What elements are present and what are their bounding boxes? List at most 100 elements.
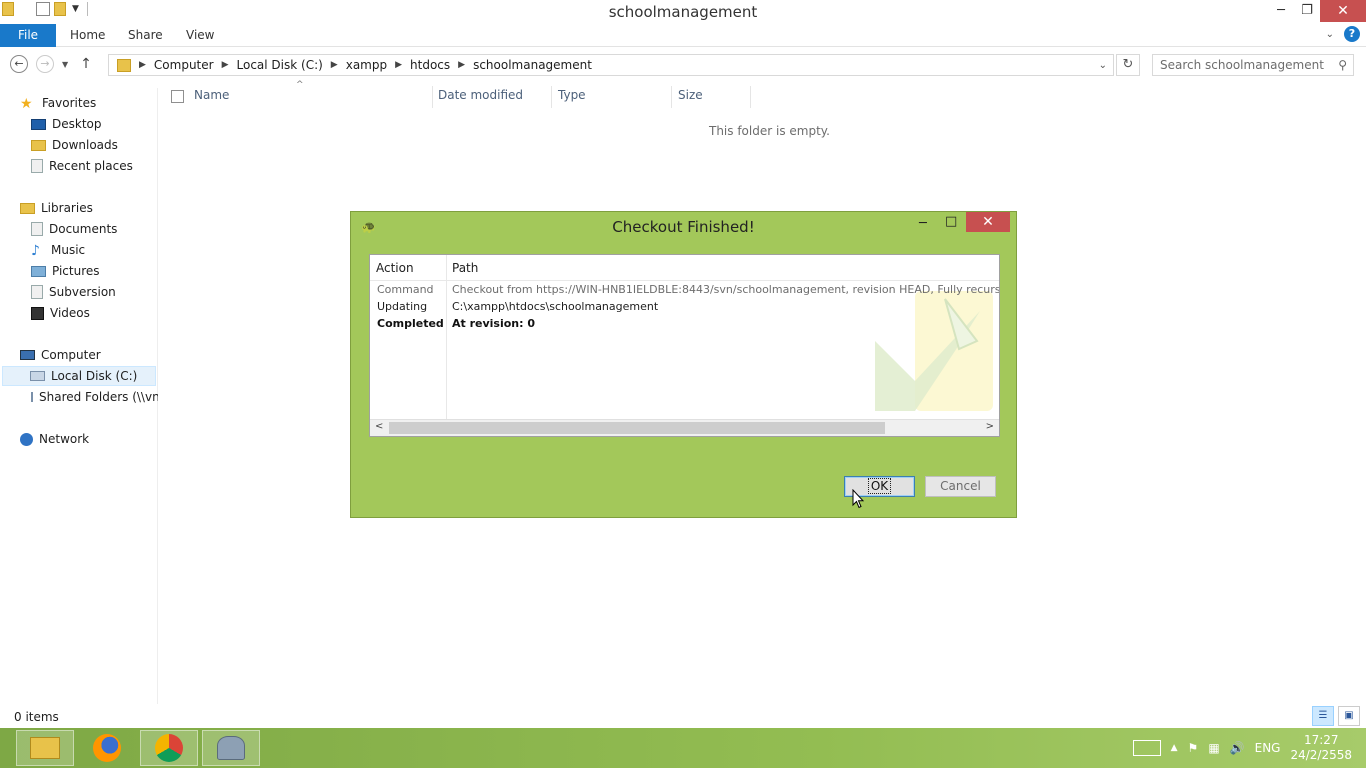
chevron-right-icon[interactable]: ▶ bbox=[458, 60, 465, 70]
column-size[interactable]: Size bbox=[678, 88, 703, 106]
up-button[interactable]: ↑ bbox=[80, 56, 92, 72]
ok-label: OK bbox=[867, 478, 892, 494]
large-icons-view-button[interactable]: ▣ bbox=[1338, 706, 1360, 726]
column-date-modified[interactable]: Date modified bbox=[438, 88, 523, 106]
search-icon[interactable]: ⚲ bbox=[1338, 55, 1347, 75]
column-divider[interactable] bbox=[432, 86, 433, 108]
taskbar-firefox[interactable] bbox=[78, 730, 136, 766]
column-action[interactable]: Action bbox=[376, 261, 414, 275]
libraries-icon bbox=[20, 202, 35, 214]
select-all-checkbox[interactable] bbox=[171, 90, 184, 103]
horizontal-scrollbar[interactable]: < > bbox=[370, 419, 999, 436]
breadcrumb-xampp[interactable]: xampp bbox=[346, 58, 387, 72]
search-placeholder: Search schoolmanagement bbox=[1160, 58, 1324, 72]
local-disk-icon bbox=[30, 371, 45, 381]
cancel-button[interactable]: Cancel bbox=[925, 476, 996, 497]
chevron-right-icon[interactable]: ▶ bbox=[395, 60, 402, 70]
column-divider[interactable] bbox=[671, 86, 672, 108]
column-divider[interactable] bbox=[551, 86, 552, 108]
column-path[interactable]: Path bbox=[452, 261, 478, 275]
nav-label: Documents bbox=[49, 222, 118, 236]
list-item[interactable]: Updating C:\xampp\htdocs\schoolmanagement bbox=[377, 300, 658, 313]
breadcrumb-computer[interactable]: Computer bbox=[154, 58, 214, 72]
nav-libraries[interactable]: Libraries bbox=[20, 198, 93, 218]
details-view-button[interactable]: ☰ bbox=[1312, 706, 1334, 726]
dialog-close-button[interactable]: ✕ bbox=[966, 212, 1010, 232]
refresh-button[interactable]: ↻ bbox=[1116, 54, 1140, 76]
network-status-icon[interactable]: ▦ bbox=[1208, 741, 1219, 755]
chevron-right-icon[interactable]: ▶ bbox=[139, 60, 146, 70]
show-hidden-icons-icon[interactable]: ▲ bbox=[1171, 743, 1178, 753]
taskbar-file-explorer[interactable] bbox=[16, 730, 74, 766]
nav-computer[interactable]: Computer bbox=[20, 345, 101, 365]
nav-subversion[interactable]: Subversion bbox=[31, 282, 116, 302]
nav-music[interactable]: ♪ Music bbox=[31, 240, 85, 260]
network-icon bbox=[20, 432, 33, 446]
column-type[interactable]: Type bbox=[558, 88, 586, 106]
nav-network[interactable]: Network bbox=[20, 429, 89, 449]
action-center-icon[interactable]: ⚑ bbox=[1188, 741, 1199, 755]
row-path: At revision: 0 bbox=[452, 317, 536, 330]
minimize-button[interactable]: ─ bbox=[1268, 0, 1294, 22]
taskbar-chrome[interactable] bbox=[140, 730, 198, 766]
taskbar-tortoisesvn[interactable] bbox=[202, 730, 260, 766]
subversion-icon bbox=[31, 285, 43, 299]
nav-favorites[interactable]: ★ Favorites bbox=[20, 93, 96, 113]
column-name[interactable]: Name bbox=[194, 88, 229, 106]
nav-local-disk[interactable]: Local Disk (C:) bbox=[2, 366, 156, 386]
file-explorer-icon bbox=[30, 737, 60, 759]
breadcrumb-schoolmanagement[interactable]: schoolmanagement bbox=[473, 58, 592, 72]
list-item[interactable]: Command Checkout from https://WIN-HNB1IEL… bbox=[377, 283, 999, 296]
expand-ribbon-icon[interactable]: ⌄ bbox=[1326, 29, 1334, 40]
nav-label: Recent places bbox=[49, 159, 133, 173]
nav-desktop[interactable]: Desktop bbox=[31, 114, 102, 134]
computer-icon bbox=[20, 350, 35, 360]
row-action: Updating bbox=[377, 300, 428, 313]
forward-button[interactable]: → bbox=[36, 55, 54, 73]
tab-share[interactable]: Share bbox=[128, 28, 163, 42]
column-divider[interactable] bbox=[446, 255, 447, 420]
action-list[interactable]: Action Path Command Checkout from https:/… bbox=[369, 254, 1000, 437]
volume-icon[interactable]: 🔊 bbox=[1230, 741, 1245, 755]
scroll-thumb[interactable] bbox=[389, 422, 885, 434]
dialog-minimize-button[interactable]: ─ bbox=[919, 216, 927, 231]
tab-view[interactable]: View bbox=[186, 28, 214, 42]
back-button[interactable]: ← bbox=[10, 55, 28, 73]
nav-documents[interactable]: Documents bbox=[31, 219, 117, 239]
header-divider bbox=[370, 280, 999, 281]
search-input[interactable]: Search schoolmanagement ⚲ bbox=[1152, 54, 1354, 76]
restore-button[interactable]: ❐ bbox=[1294, 0, 1320, 22]
pictures-icon bbox=[31, 265, 46, 277]
address-bar[interactable]: ▶ Computer ▶ Local Disk (C:) ▶ xampp ▶ h… bbox=[108, 54, 1114, 76]
close-button[interactable]: ✕ bbox=[1320, 0, 1366, 22]
file-tab[interactable]: File bbox=[0, 24, 56, 47]
checkout-finished-dialog: 🐢 Checkout Finished! ─ □ ✕ Action Path C… bbox=[350, 211, 1017, 518]
language-indicator[interactable]: ENG bbox=[1255, 741, 1281, 755]
clock-date: 24/2/2558 bbox=[1290, 748, 1352, 762]
touch-keyboard-icon[interactable] bbox=[1132, 740, 1161, 756]
nav-downloads[interactable]: Downloads bbox=[31, 135, 118, 155]
nav-videos[interactable]: Videos bbox=[31, 303, 90, 323]
star-icon: ★ bbox=[20, 95, 33, 112]
tab-home[interactable]: Home bbox=[70, 28, 105, 42]
scroll-right-icon[interactable]: > bbox=[986, 421, 994, 432]
chevron-right-icon[interactable]: ▶ bbox=[222, 60, 229, 70]
help-icon[interactable]: ? bbox=[1344, 26, 1360, 42]
list-item[interactable]: Completed At revision: 0 bbox=[377, 317, 535, 330]
address-dropdown-icon[interactable]: ⌄ bbox=[1099, 60, 1107, 71]
recent-locations-icon[interactable]: ▼ bbox=[62, 60, 68, 69]
breadcrumb-local-disk[interactable]: Local Disk (C:) bbox=[237, 58, 323, 72]
nav-recent-places[interactable]: Recent places bbox=[31, 156, 133, 176]
scroll-left-icon[interactable]: < bbox=[375, 421, 383, 432]
nav-label: Desktop bbox=[52, 117, 102, 131]
nav-pictures[interactable]: Pictures bbox=[31, 261, 100, 281]
clock[interactable]: 17:27 24/2/2558 bbox=[1290, 733, 1352, 763]
window-title: schoolmanagement bbox=[608, 3, 758, 21]
dialog-maximize-button[interactable]: □ bbox=[945, 214, 957, 229]
nav-shared-folders[interactable]: Shared Folders (\\vn bbox=[31, 387, 158, 407]
chevron-right-icon[interactable]: ▶ bbox=[331, 60, 338, 70]
column-divider[interactable] bbox=[750, 86, 751, 108]
checkmark-watermark-icon bbox=[875, 291, 993, 411]
nav-label: Downloads bbox=[52, 138, 118, 152]
breadcrumb-htdocs[interactable]: htdocs bbox=[410, 58, 450, 72]
